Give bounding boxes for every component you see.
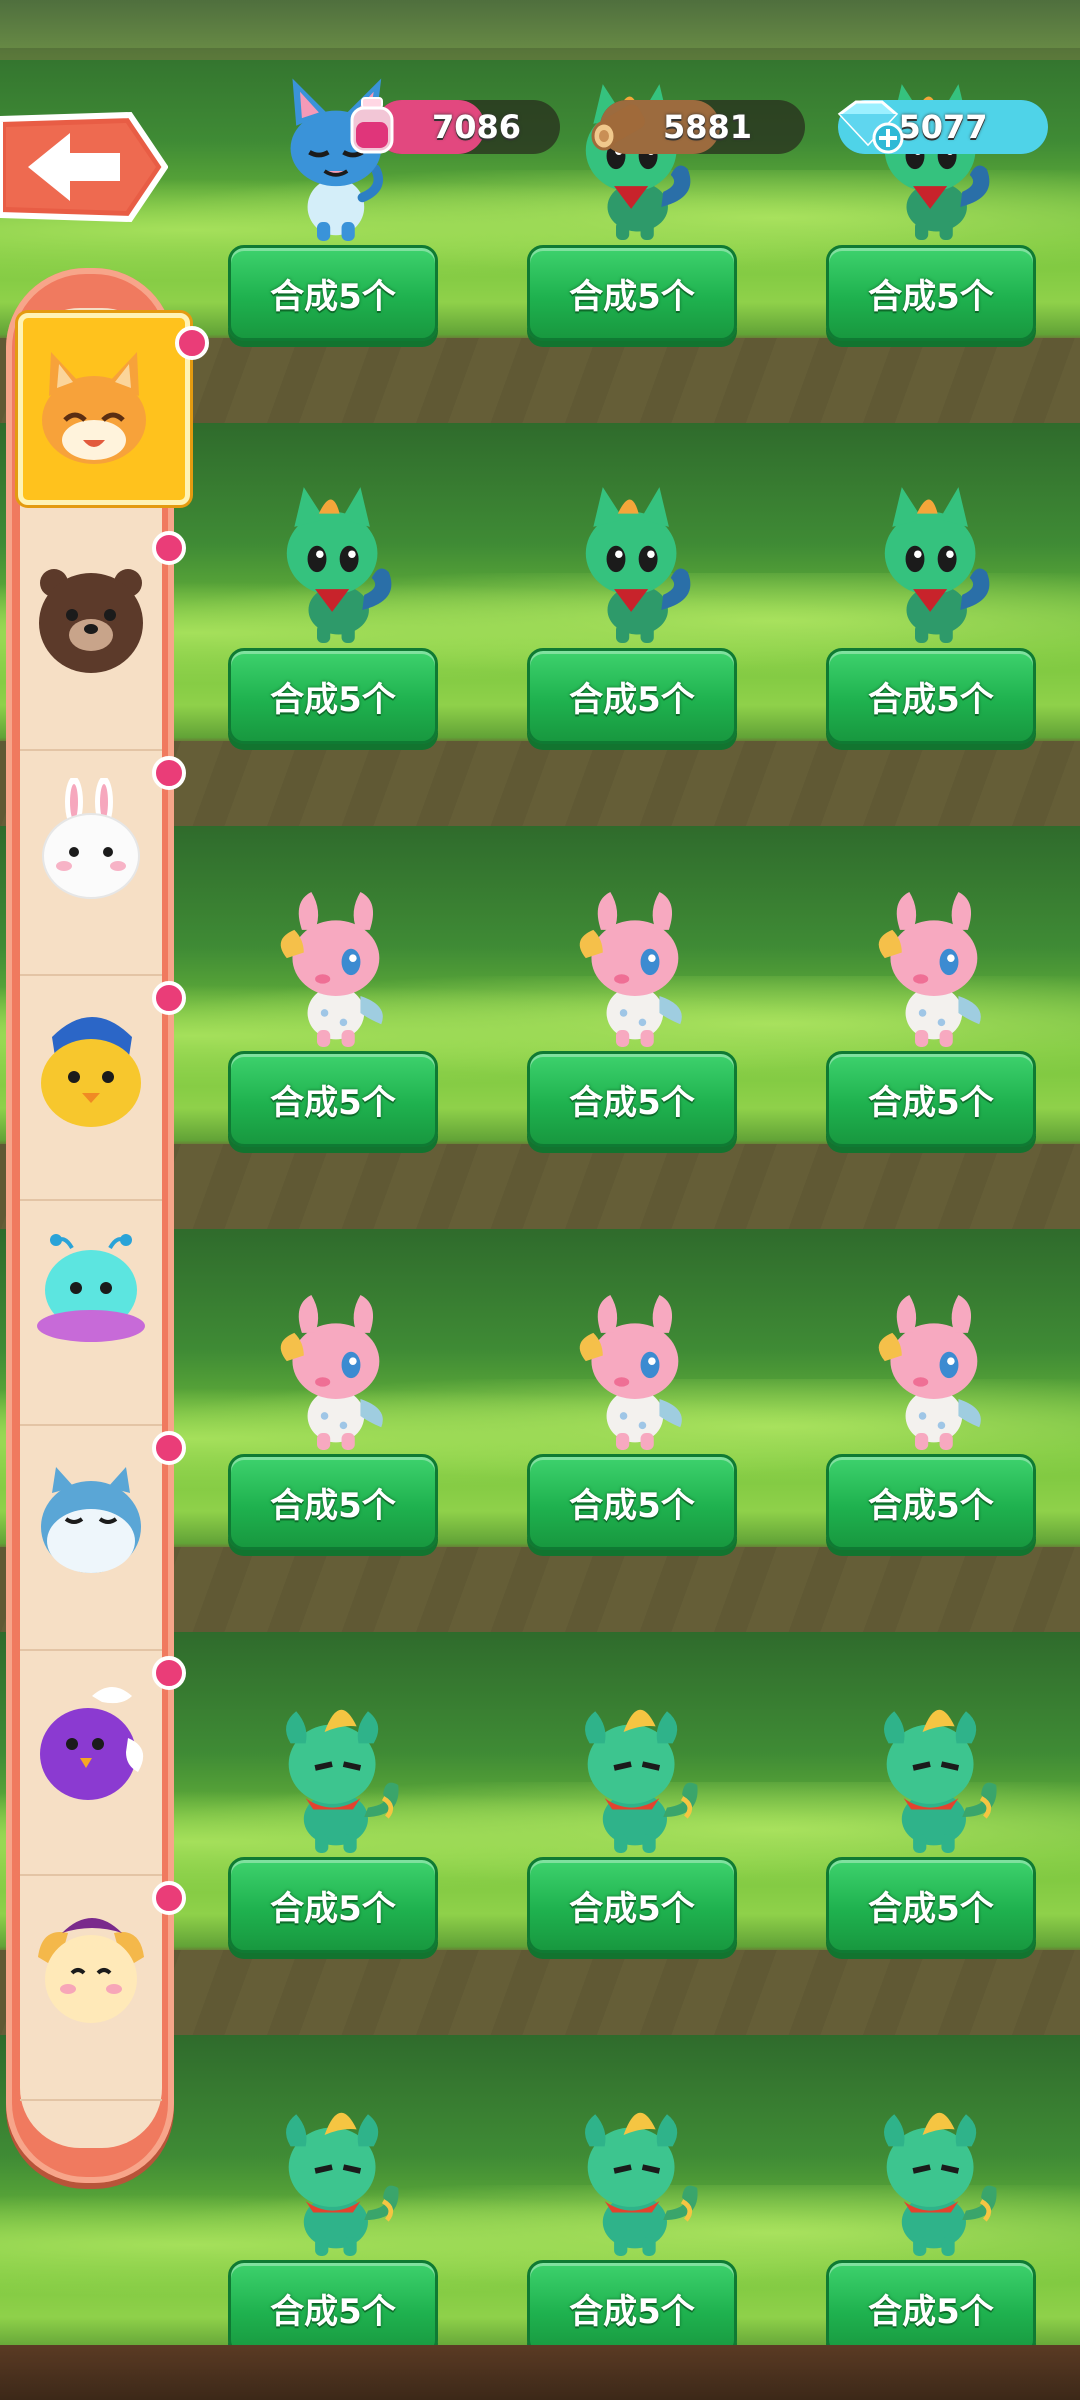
merge-five-button[interactable]: 合成5个 [228,1857,438,1953]
brown-bear-icon [39,569,143,673]
notification-dot [175,326,209,360]
teal-qilin-pet [249,2075,419,2265]
potion-icon [348,96,396,156]
green-dragon-pet [847,463,1017,653]
merge-five-button[interactable]: 合成5个 [228,1051,438,1147]
wood-log-icon [588,92,652,156]
purple-bird-icon [40,1687,144,1800]
notification-dot [152,531,186,565]
bottom-background [0,2345,1080,2400]
merge-five-button[interactable]: 合成5个 [228,648,438,744]
merge-five-button[interactable]: 合成5个 [527,648,737,744]
pet-category-sidebar [0,268,209,2183]
pink-deer-pet [249,866,419,1056]
merge-five-button[interactable]: 合成5个 [228,2260,438,2345]
teal-qilin-pet [847,2075,1017,2265]
notification-dot [152,981,186,1015]
pet-card: 合成5个 [523,463,743,863]
white-rabbit-icon [42,778,140,899]
sidebar-item-purple-bird[interactable] [20,1648,186,1876]
pet-card: 合成5个 [224,463,444,863]
pet-card: 合成5个 [822,2075,1042,2345]
back-button[interactable] [0,107,169,225]
merge-five-button[interactable]: 合成5个 [826,1454,1036,1550]
pet-card: 合成5个 [822,1672,1042,2072]
merge-five-button[interactable]: 合成5个 [527,1857,737,1953]
potion-resource: 7086 [375,100,560,154]
pet-card: 合成5个 [822,1269,1042,1669]
teal-qilin-pet [249,1672,419,1862]
cream-cow-icon [38,1918,144,2023]
blue-seal-icon [41,1467,141,1573]
sidebar-item-white-rabbit[interactable] [20,748,186,976]
pet-card: 合成5个 [523,1269,743,1669]
pet-card: 合成5个 [523,2075,743,2345]
pink-deer-pet [847,1269,1017,1459]
notification-dot [152,1881,186,1915]
notification-dot [152,1656,186,1690]
notification-dot [152,756,186,790]
notification-dot [152,1431,186,1465]
sidebar-item-orange-cat[interactable] [18,313,209,505]
sidebar-item-brown-bear[interactable] [20,523,186,751]
pink-deer-pet [249,1269,419,1459]
pet-card: 合成5个 [224,1269,444,1669]
pet-card: 合成5个 [224,866,444,1266]
pet-card: 合成5个 [523,1672,743,2072]
merge-five-button[interactable]: 合成5个 [826,648,1036,744]
pink-deer-pet [548,1269,718,1459]
arrow-left-icon [0,111,169,223]
pet-card: 合成5个 [224,2075,444,2345]
teal-qilin-pet [548,1672,718,1862]
merge-five-button[interactable]: 合成5个 [527,245,737,341]
pet-card: 合成5个 [224,1672,444,2072]
teal-qilin-pet [847,1672,1017,1862]
potion-value: 7086 [431,108,522,146]
merge-five-button[interactable]: 合成5个 [228,1454,438,1550]
pink-deer-pet [847,866,1017,1056]
pet-card: 合成5个 [523,866,743,1266]
merge-five-button[interactable]: 合成5个 [527,1051,737,1147]
sidebar-item-blue-seal[interactable] [20,1423,186,1651]
merge-five-button[interactable]: 合成5个 [228,245,438,341]
sidebar-item-yellow-chick[interactable] [20,973,186,1201]
sidebar-item-cream-cow[interactable] [20,1873,186,2101]
merge-five-button[interactable]: 合成5个 [826,245,1036,341]
orange-cat-icon [42,352,146,464]
merge-five-button[interactable]: 合成5个 [826,1051,1036,1147]
green-dragon-pet [548,463,718,653]
merge-five-button[interactable]: 合成5个 [826,2260,1036,2345]
green-dragon-pet [249,463,419,653]
teal-qilin-pet [548,2075,718,2265]
merge-five-button[interactable]: 合成5个 [527,1454,737,1550]
pet-card: 合成5个 [822,463,1042,863]
merge-five-button[interactable]: 合成5个 [826,1857,1036,1953]
sidebar-item-cyan-jellyfish[interactable] [20,1198,162,1426]
diamond-plus-icon[interactable] [834,96,904,160]
top-background [0,0,1080,60]
pink-deer-pet [548,866,718,1056]
merge-five-button[interactable]: 合成5个 [527,2260,737,2345]
yellow-chick-icon [41,1017,141,1127]
pet-card: 合成5个 [822,866,1042,1266]
cyan-jellyfish-icon [37,1234,145,1342]
